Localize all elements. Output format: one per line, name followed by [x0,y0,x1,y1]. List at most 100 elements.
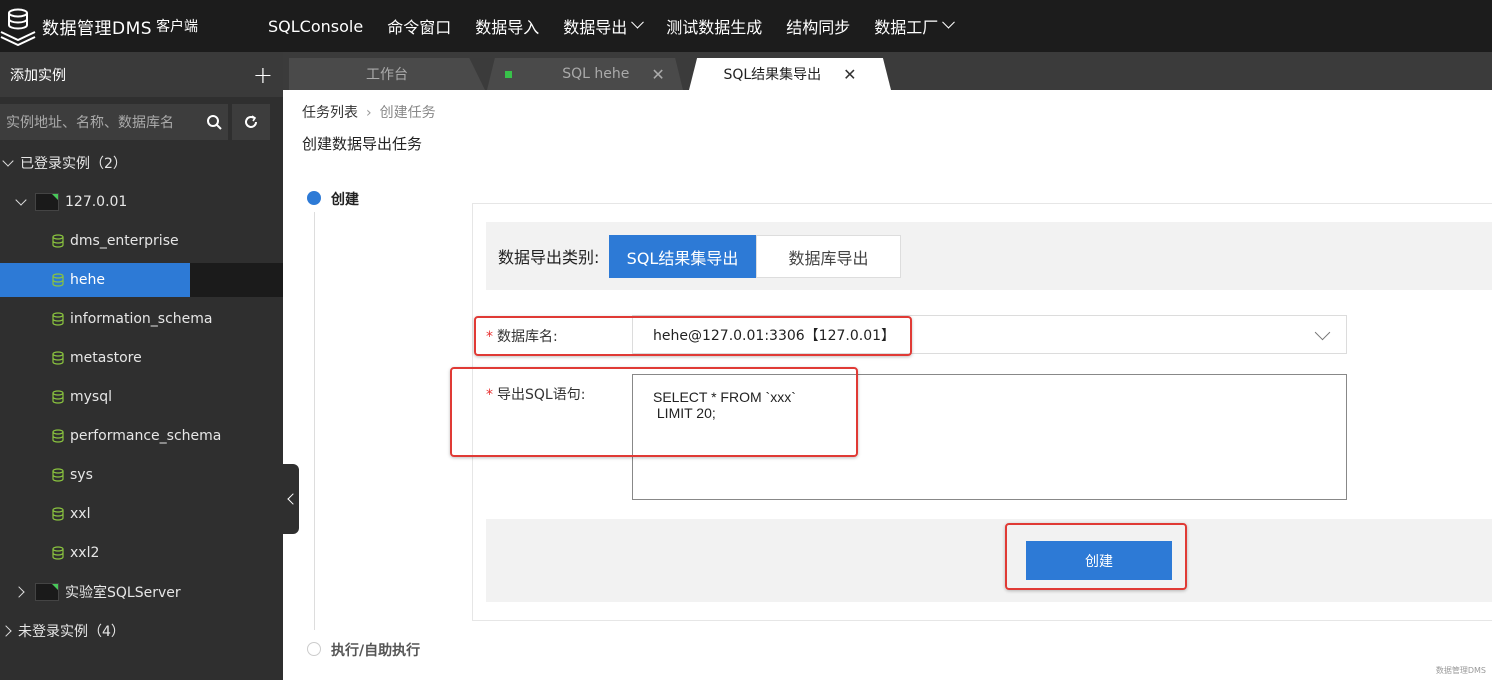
refresh-icon [245,115,257,128]
tab-sql-hehe[interactable]: SQL hehe ✕ [487,58,683,90]
chevron-right-icon [0,625,12,637]
breadcrumb-current: 创建任务 [379,105,436,121]
chevron-down-icon [942,15,956,29]
status-dot-icon [505,70,513,78]
tree-db-item[interactable]: performance_schema [0,419,283,453]
tree-group-logged-out[interactable]: 未登录实例（4） [0,614,283,648]
page-title: 创建数据导出任务 [302,135,423,153]
database-icon [52,546,64,560]
instance-label: 实验室SQLServer [65,585,181,601]
nav-schema-sync[interactable]: 结构同步 [774,0,862,52]
chevron-down-icon [15,194,27,206]
sidebar-collapse-toggle[interactable] [283,464,299,534]
db-label: mysql [70,389,112,405]
breadcrumb-separator-icon: › [366,105,372,121]
nav-label: SQLConsole [268,16,364,36]
tab-workbench[interactable]: 工作台 [289,58,485,90]
database-icon [52,312,64,326]
tree-instance-127[interactable]: 127.0.01 [0,185,283,219]
chevron-left-icon [286,493,299,505]
tab-sql-result-export[interactable]: SQL结果集导出 ✕ [689,58,891,90]
tree-db-item-selected[interactable]: hehe [0,263,283,297]
tree-db-item[interactable]: metastore [0,341,283,375]
sidebar-header: 添加实例 + [0,52,283,97]
db-label: xxl [70,506,91,522]
database-icon [52,273,64,287]
db-label: metastore [70,350,142,366]
nav-label: 数据工厂 [874,18,939,37]
db-label: information_schema [70,311,213,327]
add-instance-plus-icon[interactable]: + [253,63,273,87]
nav-sqlconsole[interactable]: SQLConsole [256,0,375,52]
breadcrumb: 任务列表 › 创建任务 [302,102,436,122]
breadcrumb-root[interactable]: 任务列表 [302,105,358,121]
form-footer [486,519,1492,602]
database-icon [52,468,64,482]
nav-test-data[interactable]: 测试数据生成 [654,0,774,52]
tree-db-item[interactable]: sys [0,458,283,492]
step-pending-icon [307,642,321,656]
instance-search-input[interactable]: 实例地址、名称、数据库名 [0,104,228,140]
export-type-label: 数据导出类别: [498,248,600,267]
add-instance-label: 添加实例 [10,67,66,84]
database-icon [52,507,64,521]
nav-label: 结构同步 [786,18,851,37]
nav-data-import[interactable]: 数据导入 [463,0,551,52]
step-create-label: 创建 [331,192,359,208]
db-label: dms_enterprise [70,233,179,249]
tab-label: SQL hehe [562,66,630,82]
close-icon[interactable]: ✕ [651,65,664,84]
search-icon[interactable] [206,114,222,130]
tree-db-item[interactable]: xxl [0,497,283,531]
nav-label: 数据导入 [475,18,540,37]
nav-command-window[interactable]: 命令窗口 [375,0,463,52]
tree-db-item[interactable]: xxl2 [0,536,283,570]
tree-instance-sqlserver[interactable]: 实验室SQLServer [0,575,283,609]
database-icon [52,234,64,248]
export-type-sql-result-button[interactable]: SQL结果集导出 [609,235,756,278]
nav-data-factory[interactable]: 数据工厂 [862,0,965,52]
tree-db-item[interactable]: mysql [0,380,283,414]
tree-group-logged-in[interactable]: 已登录实例（2） [0,146,283,180]
close-icon[interactable]: ✕ [843,65,856,84]
instance-label: 127.0.01 [65,194,128,210]
tab-label: SQL结果集导出 [723,67,822,83]
nav-label: 测试数据生成 [666,18,763,37]
database-logo-icon [0,8,36,46]
database-icon [52,390,64,404]
group-label: 已登录实例（2） [20,156,127,172]
brand: 数据管理DMS 客户端 [0,0,256,52]
database-icon [52,429,64,443]
top-bar: 数据管理DMS 客户端 SQLConsole 命令窗口 数据导入 数据导出 测试… [0,0,1492,52]
tab-label: 工作台 [366,67,408,83]
refresh-button[interactable] [232,104,270,140]
tree-db-item[interactable]: information_schema [0,302,283,336]
group-label: 未登录实例（4） [18,624,125,640]
database-icon [52,351,64,365]
chevron-down-icon [2,155,14,167]
mysql-instance-icon [35,193,59,211]
db-label: xxl2 [70,545,100,561]
export-type-database-button[interactable]: 数据库导出 [756,235,901,278]
nav-label: 命令窗口 [387,18,452,37]
app-title: 数据管理DMS [42,18,153,39]
step-execute-label: 执行/自助执行 [331,643,421,659]
db-label: hehe [70,272,105,288]
chevron-down-icon [631,15,645,29]
sqlserver-instance-icon [35,583,59,601]
chevron-down-icon [1314,324,1331,341]
nav-label: 数据导出 [563,18,628,37]
tree-db-item[interactable]: dms_enterprise [0,224,283,258]
highlight-sql-field [450,367,858,457]
db-label: performance_schema [70,428,222,444]
sidebar-search: 实例地址、名称、数据库名 [0,97,283,147]
main-nav: SQLConsole 命令窗口 数据导入 数据导出 测试数据生成 结构同步 数据… [256,0,965,52]
nav-data-export[interactable]: 数据导出 [551,0,654,52]
step-connector [314,212,315,630]
highlight-db-field [474,316,912,356]
app-subtitle: 客户端 [156,19,199,35]
highlight-create-button [1005,523,1187,590]
chevron-right-icon [13,586,25,598]
watermark: 数据管理DMS [1435,666,1486,675]
tab-strip: 工作台 SQL hehe ✕ SQL结果集导出 ✕ [283,52,1492,90]
